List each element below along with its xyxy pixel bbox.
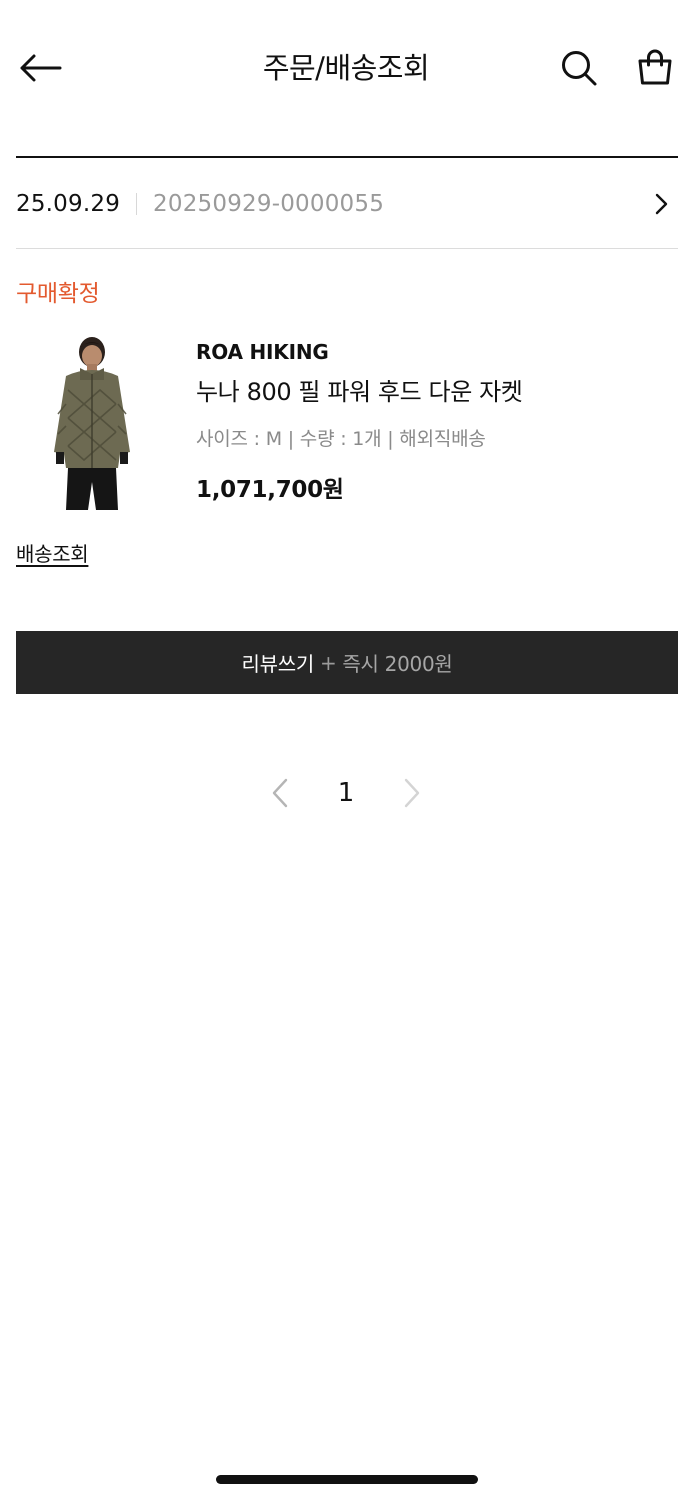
top-header: 주문/배송조회 [0,0,692,136]
search-icon [562,51,597,86]
search-button[interactable] [552,42,606,94]
next-page-button[interactable] [398,776,426,810]
product-brand: ROA HIKING [196,340,329,364]
header-divider [16,156,678,158]
chevron-right-icon [404,778,420,808]
order-separator [136,193,138,215]
review-button-plus: + [319,650,337,675]
order-status: 구매확정 [16,281,100,307]
cart-button[interactable] [628,40,682,94]
review-button-label: 리뷰쓰기 [241,652,315,676]
order-number: 20250929-0000055 [153,191,385,217]
order-divider [16,248,678,249]
product-name[interactable]: 누나 800 필 파워 후드 다운 자켓 [196,372,523,407]
order-summary-row[interactable]: 25.09.29 20250929-0000055 [16,160,678,248]
product-price: 1,071,700원 [196,477,344,503]
write-review-button[interactable]: 리뷰쓰기 + 즉시 2000원 [16,631,678,694]
chevron-left-icon [272,778,288,808]
chevron-right-icon [655,193,668,215]
order-date: 25.09.29 [16,191,121,217]
product-image[interactable] [44,334,140,510]
product-options: 사이즈 : M | 수량 : 1개 | 해외직배송 [196,428,486,450]
shopping-bag-icon [638,49,672,85]
prev-page-button[interactable] [266,776,294,810]
pagination: 1 [0,770,692,816]
review-reward-text: 즉시 2000원 [342,652,453,676]
track-shipment-link[interactable]: 배송조회 [16,538,89,567]
home-indicator [216,1475,478,1484]
jacket-product-image [54,337,130,510]
current-page-number[interactable]: 1 [326,770,366,816]
order-tracking-page: 주문/배송조회 25.09.29 20250929-0000055 구매확정 R… [0,0,692,1500]
